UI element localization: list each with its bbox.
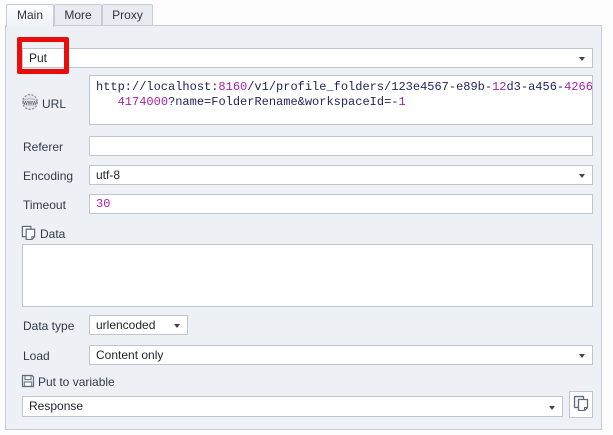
encoding-select[interactable]: utf-8 — [89, 165, 593, 185]
put-to-variable-select[interactable]: Response — [22, 396, 563, 417]
url-label: URL — [42, 97, 67, 111]
data-type-select[interactable]: urlencoded — [89, 315, 188, 335]
svg-text:www: www — [22, 99, 37, 106]
referer-input[interactable] — [89, 136, 593, 156]
http-request-dialog: Main More Proxy Put www URL http://local… — [0, 0, 613, 435]
data-type-label: Data type — [23, 319, 75, 333]
tab-more[interactable]: More — [54, 4, 102, 25]
data-textarea[interactable] — [22, 244, 593, 307]
referer-label: Referer — [23, 140, 64, 154]
chevron-down-icon — [549, 406, 555, 410]
encoding-label: Encoding — [23, 169, 74, 183]
tab-main[interactable]: Main — [6, 4, 54, 27]
load-label: Load — [23, 349, 50, 363]
chevron-down-icon — [579, 57, 585, 61]
method-select-value: Put — [29, 51, 48, 65]
url-input[interactable]: http://localhost:8160/v1/profile_folders… — [89, 75, 593, 125]
copy-pages-icon — [21, 225, 36, 243]
chevron-down-icon — [579, 174, 585, 178]
tab-proxy[interactable]: Proxy — [102, 4, 153, 25]
encoding-select-value: utf-8 — [96, 168, 121, 182]
timeout-label: Timeout — [23, 198, 66, 212]
data-type-select-value: urlencoded — [96, 318, 156, 332]
load-select-value: Content only — [96, 348, 164, 362]
load-select[interactable]: Content only — [89, 345, 593, 365]
data-label: Data — [40, 227, 66, 241]
save-icon — [21, 374, 35, 391]
copy-pages-icon — [573, 395, 589, 414]
chevron-down-icon — [174, 324, 180, 328]
method-select[interactable]: Put — [22, 48, 593, 68]
copy-variable-button[interactable] — [569, 391, 593, 418]
put-to-variable-label: Put to variable — [38, 375, 115, 389]
chevron-down-icon — [579, 354, 585, 358]
put-to-variable-value: Response — [29, 399, 84, 413]
www-globe-icon: www — [21, 93, 39, 114]
timeout-input[interactable] — [89, 194, 593, 214]
